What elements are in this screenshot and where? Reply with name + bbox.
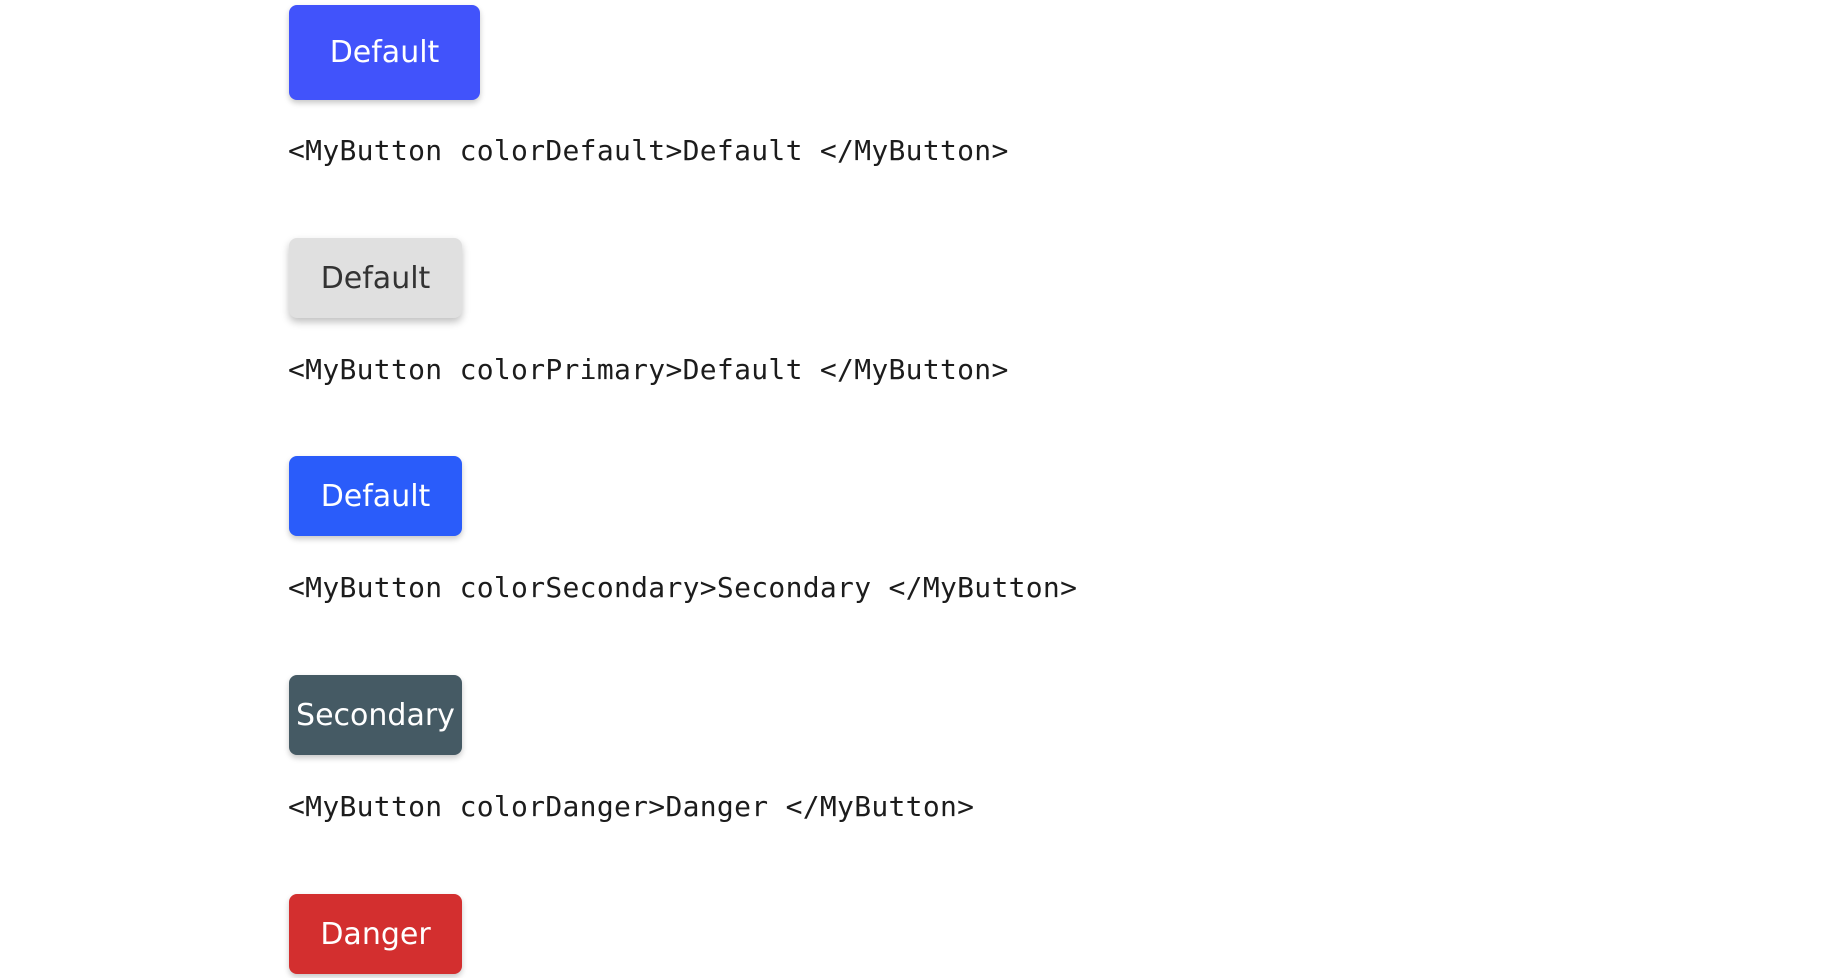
danger-button[interactable]: Danger	[289, 894, 462, 974]
code-snippet-color-primary: <MyButton colorPrimary>Default </MyButto…	[288, 353, 1009, 386]
default-button[interactable]: Default	[289, 5, 480, 100]
primary-button[interactable]: Default	[289, 238, 462, 318]
code-snippet-color-secondary: <MyButton colorSecondary>Secondary </MyB…	[288, 571, 1078, 604]
blue-default-button[interactable]: Default	[289, 456, 462, 536]
secondary-button[interactable]: Secondary	[289, 675, 462, 755]
code-snippet-color-danger: <MyButton colorDanger>Danger </MyButton>	[288, 790, 975, 823]
code-snippet-color-default: <MyButton colorDefault>Default </MyButto…	[288, 134, 1009, 167]
